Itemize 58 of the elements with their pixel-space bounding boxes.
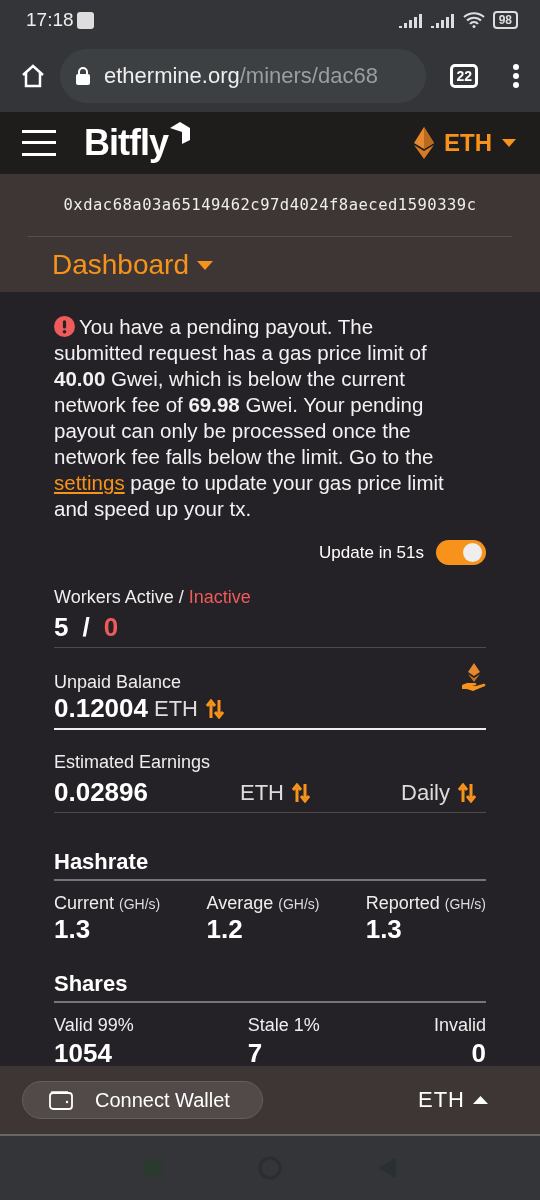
wallet-address: 0xdac68a03a65149462c97d4024f8aeced1590339c <box>28 174 512 237</box>
notification-icon <box>76 11 94 29</box>
unit-label: ETH <box>154 695 198 722</box>
hashrate-label: Average (GH/s) <box>206 893 320 914</box>
shares-value: 7 <box>247 1038 264 1066</box>
wallet-icon <box>49 1090 73 1110</box>
caret-icon[interactable] <box>473 1096 488 1104</box>
currency-selector[interactable]: ETH <box>418 1087 488 1113</box>
stat-label: Workers Active / <box>54 587 184 607</box>
lock-icon <box>76 67 90 85</box>
settings-link[interactable]: settings <box>54 471 125 494</box>
signal-icon <box>398 12 423 28</box>
stat-value: 0.12004 <box>54 693 148 724</box>
hashrate-label: Reported (GH/s) <box>365 893 486 914</box>
stat-label: Inactive <box>188 587 251 607</box>
caret-icon[interactable] <box>502 139 516 147</box>
hashrate-value: 1.2 <box>206 914 244 945</box>
menu-icon[interactable] <box>22 129 56 157</box>
swap-arrows-icon[interactable] <box>458 782 476 803</box>
unit-label: ETH <box>240 779 284 806</box>
connect-wallet-button[interactable]: Connect Wallet <box>22 1081 263 1119</box>
shares-label: Invalid <box>433 1015 486 1036</box>
page-dropdown[interactable]: Dashboard <box>52 249 213 281</box>
wifi-icon <box>462 12 485 28</box>
shares-value: 1054 <box>54 1038 113 1066</box>
hand-ethereum-icon[interactable] <box>462 662 486 693</box>
clock: 17:18 <box>26 9 74 31</box>
signal-icon <box>430 12 455 28</box>
active-workers: 5 <box>54 612 69 643</box>
battery-icon: 98 <box>492 11 518 29</box>
section-title: Hashrate <box>54 849 486 881</box>
ethereum-icon <box>414 127 434 159</box>
currency-selector[interactable]: ETH <box>414 127 516 159</box>
address-bar[interactable]: ethermine.org/miners/dac68 <box>60 49 427 103</box>
auto-update-toggle[interactable] <box>436 540 486 565</box>
shares-value: 0 <box>471 1038 486 1066</box>
pending-payout-message: You have a pending payout. The submitted request has a gas price limit of 40.00 Gwei, which is below the current network fee of 69.98 Gwei. Your pending payout can only be processed once the network fee falls below the limit. Go to the settings page to update your gas price limit and speed up your tx. <box>54 314 445 522</box>
stat-value: 0.02896 <box>54 777 149 808</box>
shares-label: Stale 1% <box>247 1015 320 1036</box>
swap-arrows-icon[interactable] <box>292 782 310 803</box>
menu-icon[interactable] <box>512 63 520 89</box>
hashrate-label: Current (GH/s) <box>54 893 161 914</box>
url-text: ethermine.org/miners/dac68 <box>104 63 378 89</box>
hashrate-value: 1.3 <box>365 914 403 945</box>
stat-label: Unpaid Balance <box>54 672 182 693</box>
hashrate-value: 1.3 <box>54 914 92 945</box>
shares-label: Valid 99% <box>54 1015 134 1036</box>
warning-icon <box>54 316 75 337</box>
caret-icon[interactable] <box>197 260 213 270</box>
inactive-workers: 0 <box>103 612 119 643</box>
separator-text: / <box>82 612 90 643</box>
swap-arrows-icon[interactable] <box>206 698 224 719</box>
stat-label: Estimated Earnings <box>54 752 212 773</box>
section-title: Shares <box>54 971 486 1003</box>
logo-text[interactable]: Bitfly <box>84 122 168 164</box>
period-label: Daily <box>401 779 450 806</box>
tab-count[interactable]: 22 <box>450 64 478 88</box>
update-countdown: Update in 51s <box>319 542 424 563</box>
